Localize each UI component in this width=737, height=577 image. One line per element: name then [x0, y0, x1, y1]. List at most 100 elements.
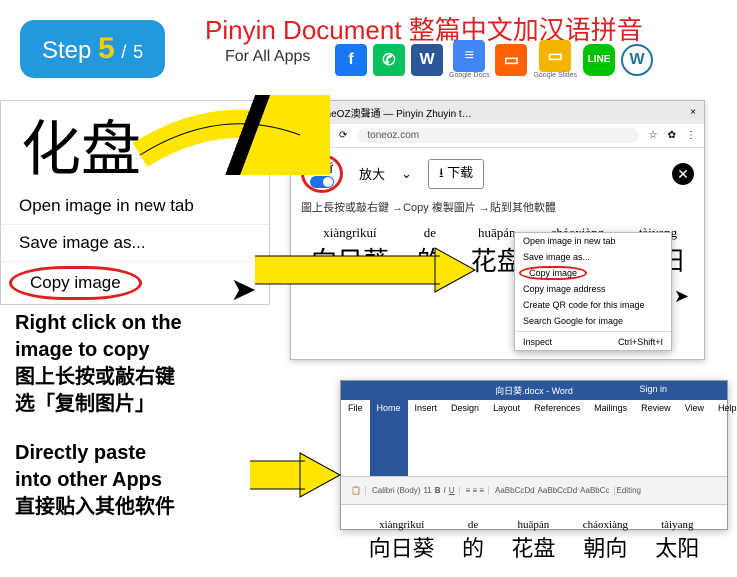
gslides-label: Google Slides [533, 72, 577, 79]
browser-star-icon[interactable]: ☆ [649, 130, 658, 141]
keynote-icon: ▭ [495, 44, 527, 76]
instr2-en1: Directly paste [15, 440, 175, 467]
cursor-icon-2: ➤ [674, 286, 689, 307]
ribbon-view[interactable]: View [678, 400, 711, 476]
browser-menu-icon[interactable]: ⋮ [686, 130, 696, 141]
instr2-en2: into other Apps [15, 467, 175, 494]
nav-forward-icon[interactable]: → [319, 130, 329, 141]
browser-tab[interactable]: ToneOZ澳聲通 — Pinyin Zhuyin t… × [291, 101, 704, 124]
pinyin-cell: huāpán花盘 [511, 519, 555, 563]
toggle-label: 去背 [310, 159, 334, 176]
ctx2-qr-code[interactable]: Create QR code for this image [515, 297, 671, 313]
ctx2-inspect-label: Inspect [523, 337, 552, 347]
step-sep: / [121, 42, 126, 62]
font-name: Calibri (Body) [372, 486, 420, 495]
instr1-en1: Right click on the [15, 310, 182, 337]
ribbon-insert[interactable]: Insert [408, 400, 445, 476]
instruction-2: Directly paste into other Apps 直接贴入其他软件 [15, 440, 175, 521]
browser-hint: 圖上長按或敲右鍵 →Copy 複製圖片 →貼到其他軟體 [291, 199, 704, 215]
page-subtitle: For All Apps [225, 48, 310, 66]
toggle-icon [310, 176, 334, 188]
font-group[interactable]: Calibri (Body) 11 BIU [368, 486, 460, 495]
remove-bg-toggle[interactable]: 去背 [301, 154, 343, 193]
ctx1-save-image[interactable]: Save image as... [1, 225, 269, 262]
download-icon: ⭳ [439, 165, 444, 180]
google-slides-icon: ▭ [539, 40, 571, 72]
font-size: 11 [423, 486, 431, 495]
ctx2-copy-image[interactable]: Copy image [519, 266, 587, 280]
word-ribbon: File Home Insert Design Layout Reference… [341, 400, 727, 477]
ctx2-inspect[interactable]: Inspect Ctrl+Shift+I [515, 334, 671, 350]
pinyin-cell: xiàngrìkuí向日葵 [369, 519, 435, 563]
instruction-1: Right click on the image to copy 图上长按或敲右… [15, 310, 182, 418]
app-icons-row: f ✆ W ≡ Google Docs ▭ ▭ Google Slides LI… [335, 40, 653, 79]
word-signin[interactable]: Sign in [639, 384, 667, 394]
ribbon-design[interactable]: Design [444, 400, 486, 476]
sample-characters: 化盘 [1, 101, 269, 188]
pinyin-cell: de的 [462, 519, 484, 563]
toolbar: 去背 放大 ⌄ ⭳ 下载 ✕ [291, 148, 704, 199]
ctx2-search-google[interactable]: Search Google for image [515, 313, 671, 329]
nav-reload-icon[interactable]: ⟳ [339, 130, 347, 141]
step-total: 5 [133, 42, 143, 62]
step-badge: Step 5 / 5 [20, 20, 165, 78]
pinyin-row-word: xiàngrìkuí向日葵 de的 huāpán花盘 cháoxiàng朝向 t… [351, 515, 717, 567]
gdocs-label: Google Docs [449, 72, 489, 79]
pinyin-cell: tàiyang太阳 [655, 519, 699, 563]
ribbon-home[interactable]: Home [370, 400, 408, 476]
tab-title: ToneOZ澳聲通 — Pinyin Zhuyin t… [315, 105, 472, 120]
nav-back-icon[interactable]: ← [299, 130, 309, 141]
pinyin-cell: de的 [417, 225, 443, 278]
word-icon: W [411, 44, 443, 76]
instr1-zh1: 图上长按或敲右键 [15, 364, 182, 391]
ribbon-mailings[interactable]: Mailings [587, 400, 634, 476]
instr1-en2: image to copy [15, 337, 182, 364]
editing-group[interactable]: Editing [617, 486, 641, 495]
context-menu-2: Open image in new tab Save image as... C… [514, 232, 672, 351]
ribbon-references[interactable]: References [527, 400, 587, 476]
download-label: 下载 [447, 165, 473, 180]
word-window: 向日葵.docx - Word Sign in File Home Insert… [340, 380, 728, 530]
facebook-icon: f [335, 44, 367, 76]
instr1-zh2: 选「复制图片」 [15, 391, 182, 418]
instr2-zh1: 直接贴入其他软件 [15, 494, 175, 521]
word-document-body[interactable]: xiàngrìkuí向日葵 de的 huāpán花盘 cháoxiàng朝向 t… [341, 505, 727, 577]
ctx2-open-image[interactable]: Open image in new tab [515, 233, 671, 249]
wordpress-icon: W [621, 44, 653, 76]
browser-ext-icon[interactable]: ✿ [668, 130, 676, 141]
pinyin-cell: cháoxiàng朝向 [583, 519, 628, 563]
step-label: Step [42, 37, 91, 64]
word-toolbar: 📋 Calibri (Body) 11 BIU ≡ ≡ ≡ AaBbCcDd A… [341, 477, 727, 505]
ctx2-separator [515, 331, 671, 332]
tab-close-icon[interactable]: × [690, 107, 696, 118]
styles-group[interactable]: AaBbCcDd AaBbCcDd AaBbCc [491, 486, 615, 495]
ctx2-copy-address[interactable]: Copy image address [515, 281, 671, 297]
zoom-label[interactable]: 放大 [359, 164, 385, 183]
pinyin-cell: xiàngrìkuí向日葵 [311, 225, 389, 278]
url-text[interactable]: toneoz.com [357, 128, 638, 143]
download-button[interactable]: ⭳ 下载 [428, 159, 484, 189]
ctx1-open-image[interactable]: Open image in new tab [1, 188, 269, 225]
ribbon-file[interactable]: File [341, 400, 370, 476]
word-title-text: 向日葵.docx - Word [495, 386, 573, 396]
cursor-icon-1: ➤ [230, 270, 257, 308]
wechat-icon: ✆ [373, 44, 405, 76]
word-titlebar: 向日葵.docx - Word Sign in [341, 381, 727, 400]
browser-window: ToneOZ澳聲通 — Pinyin Zhuyin t… × ← → ⟳ ton… [290, 100, 705, 360]
line-icon: LINE [583, 44, 615, 76]
ribbon-review[interactable]: Review [634, 400, 678, 476]
clipboard-group[interactable]: 📋 [347, 486, 366, 495]
ctx2-inspect-shortcut: Ctrl+Shift+I [618, 337, 663, 347]
browser-urlbar: ← → ⟳ toneoz.com ☆ ✿ ⋮ [291, 124, 704, 148]
step-current: 5 [98, 32, 115, 65]
zoom-dropdown-icon[interactable]: ⌄ [401, 166, 412, 182]
ctx2-save-image[interactable]: Save image as... [515, 249, 671, 265]
ribbon-layout[interactable]: Layout [486, 400, 527, 476]
ctx1-copy-image[interactable]: Copy image [9, 266, 142, 300]
arrow-3 [245, 445, 345, 505]
ribbon-help[interactable]: Help [711, 400, 737, 476]
google-docs-icon: ≡ [453, 40, 485, 72]
tab-favicon [299, 108, 309, 118]
paragraph-group[interactable]: ≡ ≡ ≡ [462, 486, 489, 495]
close-icon[interactable]: ✕ [672, 163, 694, 185]
